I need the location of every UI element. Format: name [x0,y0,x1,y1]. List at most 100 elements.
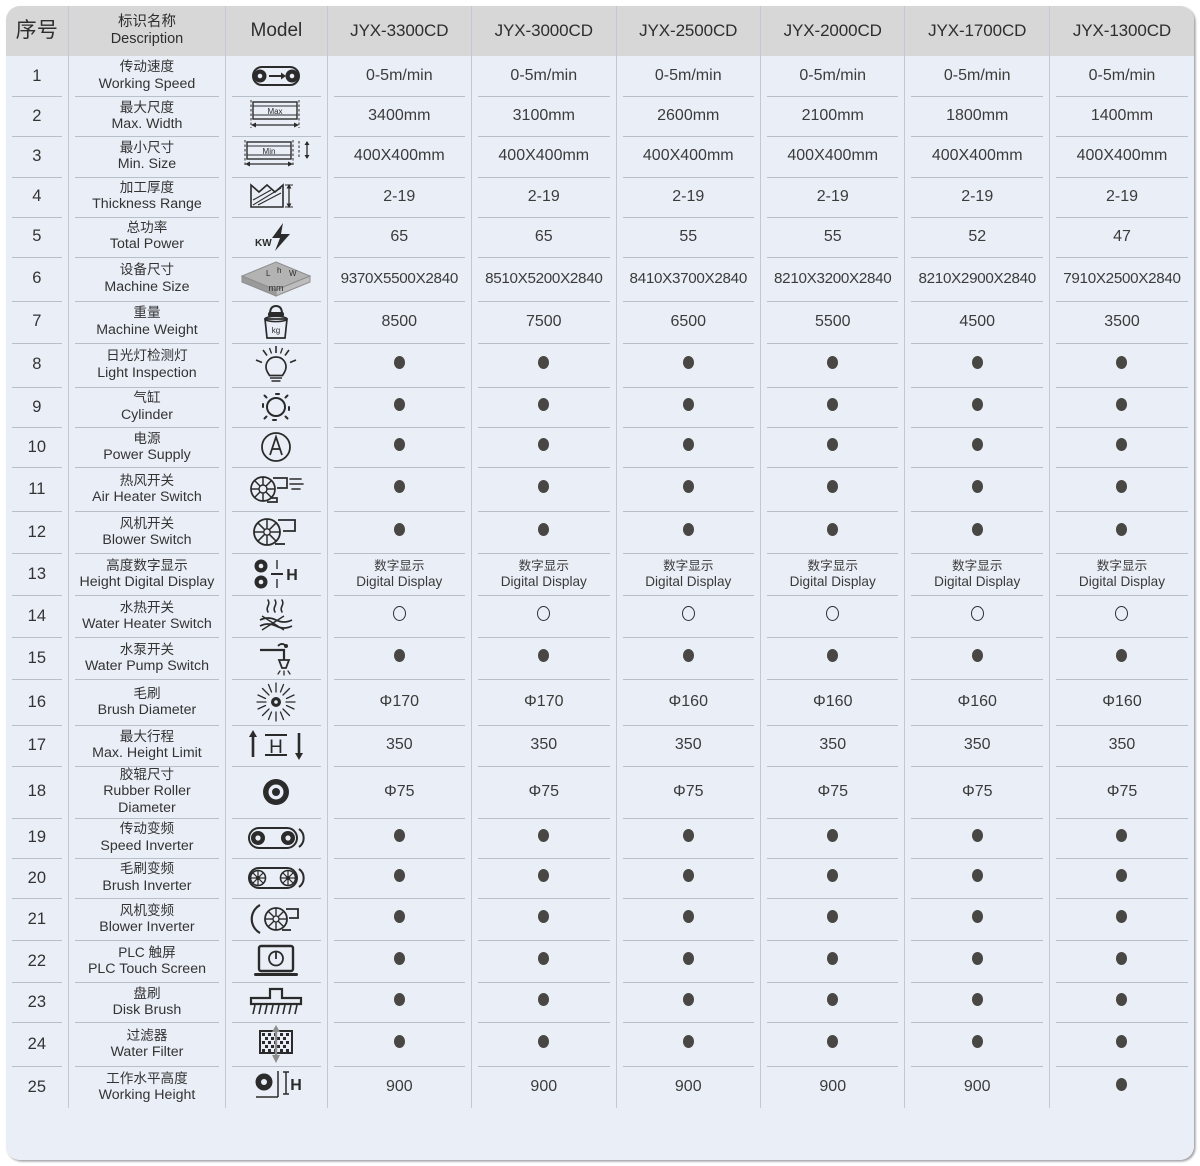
row-value-cell: 0-5m/min [471,56,617,97]
row-description-cell: 最大行程 Max. Height Limit [68,725,227,766]
filled-dot-marker [393,523,405,537]
svg-text:kg: kg [272,326,280,335]
row-description: 水热开关 Water Heater Switch [71,600,224,633]
row-description-cn: 传动速度 [119,59,175,75]
row-value-cell [760,940,906,983]
row-value-cell: 数字显示 Digital Display [1049,553,1194,596]
row-value: 52 [968,227,987,245]
row-index: 13 [27,564,47,583]
hollow-circle-marker [970,606,984,622]
row-value-cell [1049,595,1194,638]
row-index-cell: 5 [6,216,69,257]
svg-text:H: H [291,1077,303,1094]
row-description: 风机开关 Blower Switch [71,516,224,549]
row-icon-cell [225,427,328,468]
row-index: 3 [32,146,42,165]
row-description-cell: 最大尺度 Max. Width [68,96,227,137]
row-value: 4500 [959,312,996,330]
row-value-cell: 400X400mm [1049,136,1194,177]
row-description-cell: 日光灯检测灯 Light Inspection [68,342,227,387]
row-value: 7500 [525,312,562,330]
row-value-cell [1049,940,1194,983]
filled-dot-marker [393,480,405,494]
row-icon-cell [225,817,328,859]
row-value-cell [760,595,906,638]
header-cell-model-5: JYX-1300CD [1049,6,1194,56]
row-description-cn: 毛刷 [133,685,161,701]
svg-text:h: h [277,266,281,275]
svg-text:H: H [287,567,299,584]
digital-display-cn: 数字显示 [1096,558,1148,573]
row-value-cell: 9370X5500X2840 [327,256,473,301]
row-index-cell: 20 [6,858,69,899]
row-value-cell [471,940,617,983]
row-value-cell: 0-5m/min [616,56,762,97]
header-cell-model: Model [225,6,328,56]
filled-dot-marker [971,910,983,924]
table-row: 25 工作水平高度 Working Height H 900 900 900 900 90… [6,1066,1194,1109]
row-value-cell: 7500 [471,300,617,343]
row-index: 11 [28,479,46,498]
row-value-cell: 65 [327,216,473,257]
row-value-cell: 数字显示 Digital Display [904,553,1050,596]
filled-dot-marker [827,993,839,1007]
filled-dot-marker [538,398,550,412]
row-value-cell: Φ75 [1049,765,1194,818]
row-icon-cell [225,982,328,1023]
row-icon-cell [225,1022,328,1067]
row-description-en: Min. Size [117,156,177,173]
row-value-cell [616,595,762,638]
table-row: 21 风机变频 Blower Inverter [6,898,1194,941]
filled-dot-marker [538,828,550,842]
row-index-cell: 15 [6,637,69,680]
table-bottom-filler [6,1108,1194,1160]
row-value-cell [471,637,617,680]
filled-dot-marker [827,438,839,452]
digital-display-cn: 数字显示 [663,558,714,573]
row-index: 17 [27,735,47,754]
row-description-cell: 气缸 Cylinder [68,386,227,428]
row-index-cell: 2 [6,96,69,137]
row-value: Φ75 [528,782,560,800]
row-value-cell: 55 [616,216,762,257]
row-description-en: Speed Inverter [100,837,194,854]
row-value-cell: 350 [904,725,1050,766]
row-description-en: Cylinder [120,406,173,423]
row-value: 5500 [814,312,851,330]
filled-dot-marker [1116,649,1128,663]
row-value-cell: 900 [327,1066,473,1109]
row-value-cell [1049,898,1194,941]
table-row: 5 总功率 Total Power KW 65 65 55 55 52 47 [6,216,1194,257]
filled-dot-marker [971,398,983,412]
specification-table: 序号 标识名称 Description Model JYX-3300CD JYX… [6,6,1194,1109]
filled-dot-marker [971,952,983,966]
row-description-cn: 传动变频 [119,821,175,837]
row-value-cell [904,467,1050,512]
row-description-cn: 热风开关 [119,472,175,488]
row-index: 8 [32,355,42,374]
row-value-cell: 0-5m/min [760,56,906,97]
digital-display-value: 数字显示 Digital Display [474,559,613,590]
row-value-cell [1049,342,1194,387]
row-description-cn: 加工厚度 [119,179,175,195]
row-value: 900 [674,1078,702,1096]
row-value-cell [1049,511,1194,554]
row-value-cell: 3100mm [471,96,617,137]
row-value-cell: 400X400mm [471,136,617,177]
row-value: 0-5m/min [1088,67,1156,85]
filled-dot-marker [538,523,550,537]
row-description: 水泵开关 Water Pump Switch [71,642,224,675]
row-icon-cell [225,511,328,554]
row-index: 10 [27,437,47,456]
filled-dot-marker [538,480,550,494]
filled-dot-marker [682,649,694,663]
brush-inverter-icon [228,863,324,893]
row-value-cell [904,982,1050,1023]
row-value: 0-5m/min [799,67,867,85]
digital-display-value: 数字显示 Digital Display [619,559,758,590]
digital-display-en: Digital Display [500,573,587,589]
row-index-cell: 1 [6,56,69,97]
row-icon-cell [225,940,328,983]
row-value: 1800mm [946,107,1009,125]
row-value: 3500 [1104,312,1140,330]
